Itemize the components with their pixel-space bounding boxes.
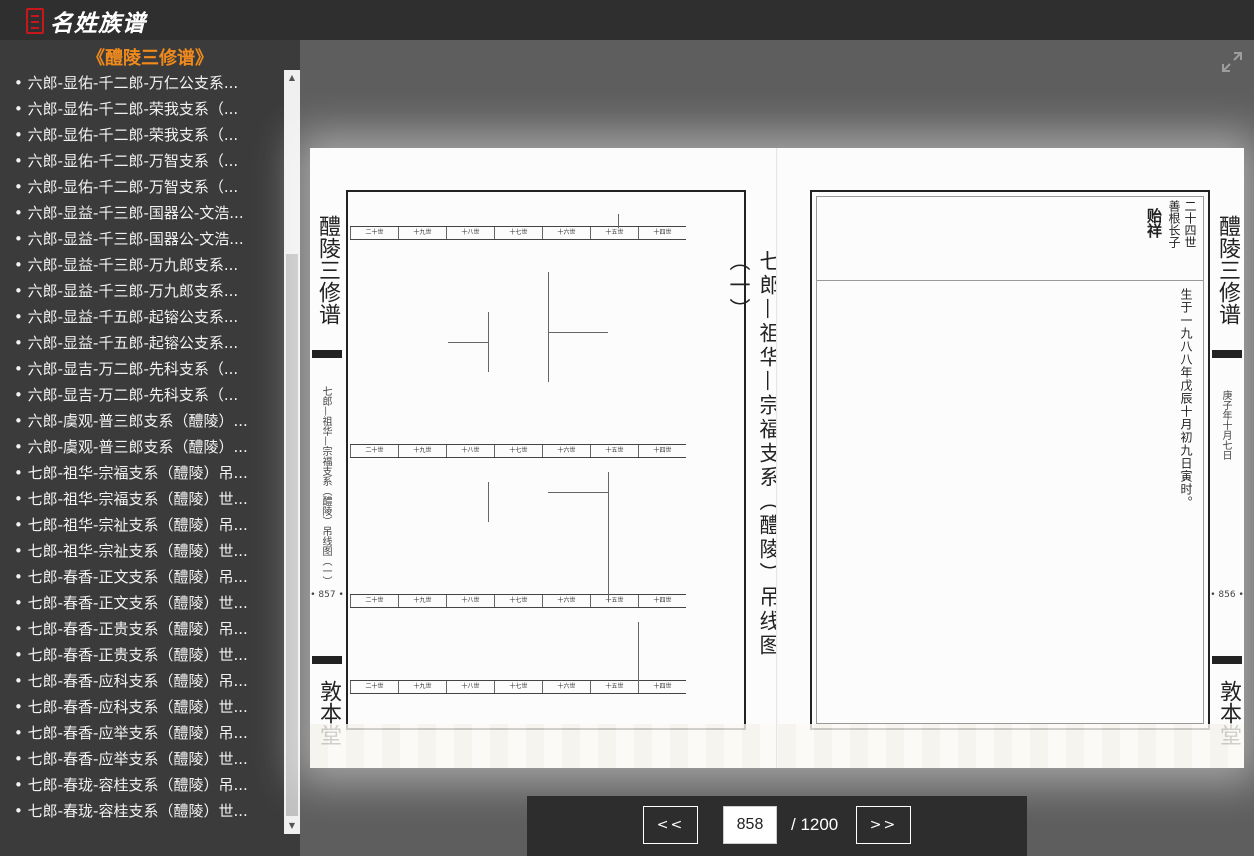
toc-item[interactable]: 七郎-祖华-宗福支系（醴陵）吊... [0, 460, 284, 486]
toc-item[interactable]: 六郎-虞观-普三郎支系（醴陵）... [0, 434, 284, 460]
toc-item[interactable]: 六郎-显吉-万二郎-先科支系（... [0, 356, 284, 382]
generation-label: 十七世 [494, 595, 542, 607]
toc-item[interactable]: 六郎-显益-千三郎-国器公-文浩... [0, 200, 284, 226]
site-logo[interactable]: 名姓族谱 [50, 4, 146, 38]
generation-label: 十六世 [542, 227, 590, 239]
toc-item[interactable]: 六郎-显益-千五郎-起镕公支系... [0, 304, 284, 330]
next-page-button[interactable]: >> [856, 806, 911, 844]
generation-row: 二十世 十九世 十八世 十七世 十六世 十五世 十四世 [350, 680, 686, 694]
page-total: / 1200 [791, 815, 839, 834]
toc-item[interactable]: 七郎-春香-应科支系（醴陵）世... [0, 694, 284, 720]
page-number-input[interactable] [723, 806, 777, 844]
genealogy-record: 二十四世 善根长子 贻祥 生于一九八八年戊辰十月初九日寅时。 [810, 190, 1210, 730]
generation-label: 十七世 [494, 681, 542, 693]
generation-label: 十六世 [542, 681, 590, 693]
generation-label: 十七世 [494, 445, 542, 457]
right-page: 二十四世 善根长子 贻祥 生于一九八八年戊辰十月初九日寅时。 醴陵三修谱 庚子年… [778, 148, 1244, 768]
toc-item[interactable]: 六郎-显佑-千二郎-荣我支系（... [0, 122, 284, 148]
toc-item[interactable]: 七郎-春香-正贵支系（醴陵）世... [0, 642, 284, 668]
generation-label: 十八世 [446, 227, 494, 239]
generation-label: 十九世 [398, 445, 446, 457]
book-spread: 醴陵三修谱 七郎—祖华—宗福支系（醴陵）吊线图（一） • 857 • 敦本堂 七… [310, 148, 1244, 768]
toc-item[interactable]: 六郎-显吉-万二郎-先科支系（... [0, 382, 284, 408]
toc-item[interactable]: 七郎-春香-应科支系（醴陵）吊... [0, 668, 284, 694]
toc-item[interactable]: 七郎-祖华-宗祉支系（醴陵）世... [0, 538, 284, 564]
toc-item[interactable]: 七郎-春珑-容桂支系（醴陵）吊... [0, 772, 284, 798]
generation-label: 十六世 [542, 595, 590, 607]
generation-row: 二十世 十九世 十八世 十七世 十六世 十五世 十四世 [350, 444, 686, 458]
toc-item[interactable]: 六郎-虞观-普三郎支系（醴陵）... [0, 408, 284, 434]
toc-item[interactable]: 六郎-显佑-千二郎-万智支系（... [0, 148, 284, 174]
sidebar: 《醴陵三修谱》 六郎-显佑-千二郎-万仁公支系...六郎-显佑-千二郎-荣我支系… [0, 40, 300, 856]
generation-label: 十五世 [590, 445, 638, 457]
lineage-chart: 七郎—祖华—宗福支系（醴陵）吊线图（一） 二十世 十九世 十八世 十七世 十六世 十五世十… [346, 190, 781, 730]
scroll-up-arrow-icon[interactable]: ▲ [284, 70, 300, 86]
generation-label: 二十世 [350, 227, 398, 239]
fullscreen-icon[interactable] [1220, 50, 1244, 74]
page-number: • 857 • [310, 590, 344, 600]
margin-chart-subtitle: 七郎—祖华—宗福支系（醴陵）吊线图（一） [320, 386, 331, 586]
generation-label: 二十世 [350, 681, 398, 693]
left-page: 醴陵三修谱 七郎—祖华—宗福支系（醴陵）吊线图（一） • 857 • 敦本堂 七… [310, 148, 781, 768]
left-page-margin: 醴陵三修谱 七郎—祖华—宗福支系（醴陵）吊线图（一） • 857 • 敦本堂 [310, 190, 344, 746]
book-viewer: 醴陵三修谱 七郎—祖华—宗福支系（醴陵）吊线图（一） • 857 • 敦本堂 七… [300, 40, 1254, 856]
logo-seal-icon [26, 8, 44, 34]
generation-label: 十五世 [590, 681, 638, 693]
generation-label: 十六世 [542, 445, 590, 457]
generation-label: 十四世 [638, 595, 686, 607]
generation-label: 十九世 [398, 227, 446, 239]
toc-item[interactable]: 六郎-显益-千三郎-万九郎支系... [0, 278, 284, 304]
record-birth-text: 生于一九八八年戊辰十月初九日寅时。 [1179, 288, 1193, 509]
top-bar: 名姓族谱 [0, 0, 1254, 40]
toc-item[interactable]: 七郎-祖华-宗祉支系（醴陵）吊... [0, 512, 284, 538]
decorative-cloud-band [310, 724, 778, 768]
scroll-down-arrow-icon[interactable]: ▼ [284, 818, 300, 834]
generation-label: 十四世 [638, 445, 686, 457]
right-page-margin: 醴陵三修谱 庚子年十月七日 • 856 • 敦本堂 [1210, 190, 1244, 746]
decorative-cloud-band [778, 724, 1244, 768]
toc-item[interactable]: 六郎-显益-千三郎-万九郎支系... [0, 252, 284, 278]
scroll-thumb[interactable] [286, 254, 298, 816]
generation-label: 十九世 [398, 595, 446, 607]
toc-item[interactable]: 六郎-显益-千五郎-起镕公支系... [0, 330, 284, 356]
generation-label: 十八世 [446, 445, 494, 457]
sidebar-scrollbar[interactable]: ▲ ▼ [284, 70, 300, 834]
toc-item[interactable]: 七郎-春香-正文支系（醴陵）吊... [0, 564, 284, 590]
toc-item[interactable]: 七郎-春香-正贵支系（醴陵）吊... [0, 616, 284, 642]
toc-item[interactable]: 六郎-显佑-千二郎-万仁公支系... [0, 70, 284, 96]
generation-label: 十四世 [638, 227, 686, 239]
book-title: 《醴陵三修谱》 [87, 48, 213, 69]
toc-item[interactable]: 六郎-显佑-千二郎-万智支系（... [0, 174, 284, 200]
generation-row: 二十世 十九世 十八世 十七世 十六世 十五世 十四世 [350, 594, 686, 608]
toc-item[interactable]: 七郎-春香-正文支系（醴陵）世... [0, 590, 284, 616]
record-name: 贻祥 [1145, 208, 1163, 238]
toc-item[interactable]: 六郎-显佑-千二郎-荣我支系（... [0, 96, 284, 122]
page-number: • 856 • [1210, 590, 1244, 600]
generation-label: 十四世 [638, 681, 686, 693]
margin-book-title: 醴陵三修谱 [312, 190, 342, 358]
margin-date: 庚子年十月七日 [1220, 390, 1231, 460]
generation-label: 十五世 [590, 595, 638, 607]
generation-label: 十八世 [446, 681, 494, 693]
chart-title: 七郎—祖华—宗福支系（醴陵）吊线图（一） [727, 250, 781, 658]
margin-book-title: 醴陵三修谱 [1212, 190, 1242, 358]
generation-label: 十七世 [494, 227, 542, 239]
generation-label: 二十世 [350, 445, 398, 457]
toc-item[interactable]: 七郎-春香-应举支系（醴陵）世... [0, 746, 284, 772]
generation-label: 十五世 [590, 227, 638, 239]
page-navigator: << / 1200 >> [527, 796, 1027, 856]
toc-item[interactable]: 七郎-春珑-容桂支系（醴陵）世... [0, 798, 284, 824]
table-of-contents: 六郎-显佑-千二郎-万仁公支系...六郎-显佑-千二郎-荣我支系（...六郎-显… [0, 70, 284, 836]
toc-item[interactable]: 七郎-祖华-宗福支系（醴陵）世... [0, 486, 284, 512]
generation-label: 十九世 [398, 681, 446, 693]
prev-page-button[interactable]: << [643, 806, 698, 844]
record-generation: 二十四世 [1183, 200, 1197, 248]
generation-label: 二十世 [350, 595, 398, 607]
generation-label: 十八世 [446, 595, 494, 607]
toc-item[interactable]: 六郎-显益-千三郎-国器公-文浩... [0, 226, 284, 252]
record-relation: 善根长子 [1167, 200, 1181, 248]
toc-item[interactable]: 七郎-春香-应举支系（醴陵）吊... [0, 720, 284, 746]
generation-row: 二十世 十九世 十八世 十七世 十六世 十五世 十四世 [350, 226, 686, 240]
